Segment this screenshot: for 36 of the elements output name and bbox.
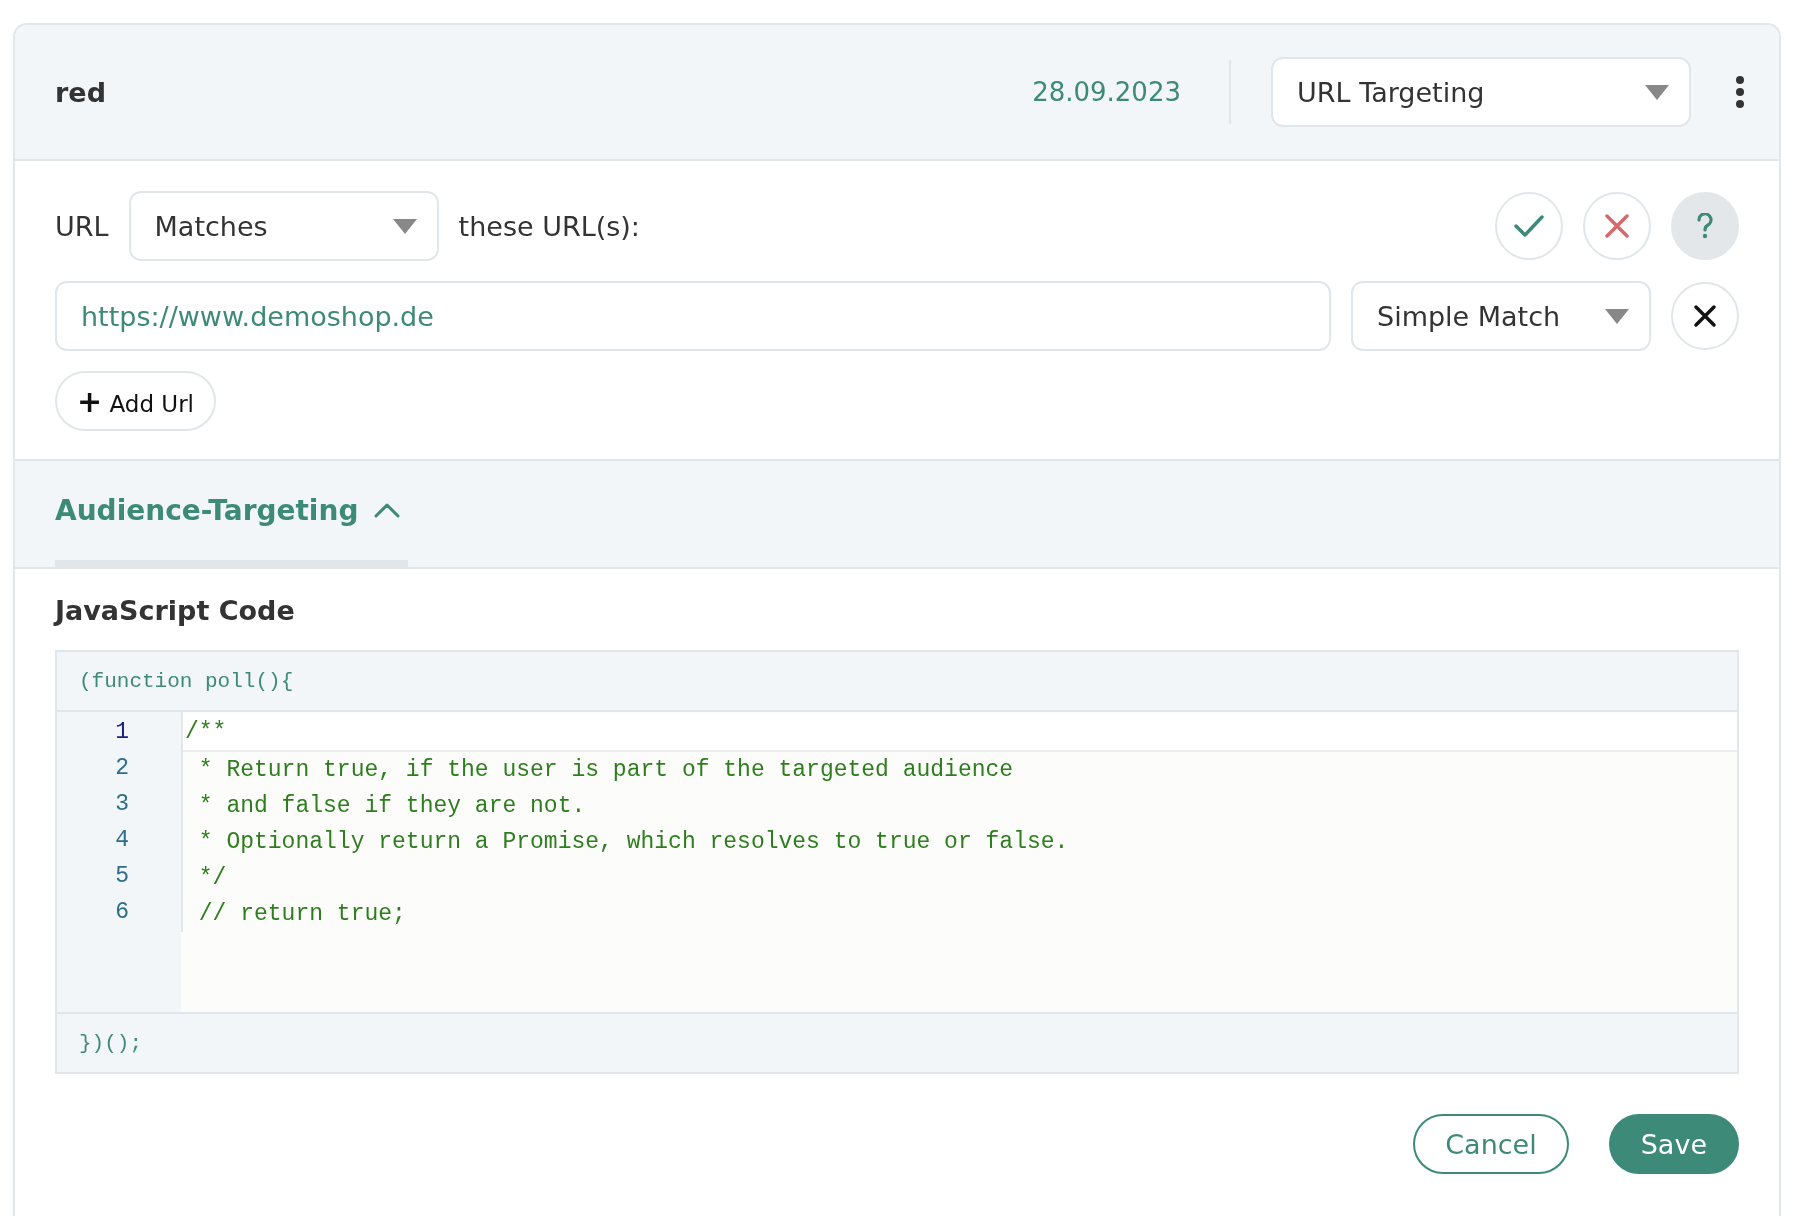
- code-line: * Return true, if the user is part of the targeted audience: [197, 756, 1015, 785]
- more-options-icon[interactable]: [1735, 75, 1745, 109]
- date-label: 28.09.2023: [1032, 77, 1181, 107]
- cancel-button[interactable]: Cancel: [1413, 1114, 1569, 1174]
- checkmark-icon: [1514, 214, 1544, 238]
- targeting-type-select[interactable]: URL Targeting: [1271, 57, 1691, 127]
- code-line: * and false if they are not.: [197, 792, 587, 821]
- close-icon: [1605, 214, 1629, 238]
- rule-title: red: [55, 76, 107, 108]
- line-number: 5: [114, 862, 130, 891]
- line-number: 6: [114, 898, 130, 927]
- match-operator-select[interactable]: Matches: [128, 191, 439, 261]
- add-url-button[interactable]: + Add Url: [55, 371, 216, 431]
- code-editor[interactable]: 1 2 3 4 5 6 /** * Return true, if the user is part of the targeted audience * and false if they are not. * Optionally return a Promise, which resolves to true or false. */ // return true;: [57, 710, 1737, 1014]
- code-prefix: (function poll(){: [57, 652, 1737, 710]
- caret-icon: [392, 218, 417, 234]
- urls-label: these URL(s):: [458, 210, 640, 242]
- line-number: 1: [114, 718, 130, 747]
- code-suffix: })();: [57, 1014, 1737, 1072]
- close-icon: [1693, 304, 1717, 328]
- question-mark-icon: [1697, 213, 1713, 239]
- caret-icon: [1605, 308, 1629, 324]
- line-number: 4: [114, 826, 130, 855]
- section-heading: JavaScript Code: [55, 595, 296, 626]
- match-type-select[interactable]: Simple Match: [1351, 281, 1651, 351]
- url-label: URL: [55, 210, 109, 242]
- line-number: 3: [114, 790, 130, 819]
- code-line: // return true;: [197, 900, 407, 929]
- audience-targeting-tab[interactable]: Audience-Targeting: [55, 460, 409, 567]
- code-line: * Optionally return a Promise, which resolves to true or false.: [197, 828, 1070, 857]
- save-button[interactable]: Save: [1608, 1114, 1739, 1174]
- line-number: 2: [114, 754, 130, 783]
- url-input-field[interactable]: https://www.demoshop.de: [55, 281, 1331, 351]
- chevron-icon: [374, 502, 401, 518]
- code-line: */: [197, 864, 228, 893]
- caret-icon: [1645, 84, 1669, 100]
